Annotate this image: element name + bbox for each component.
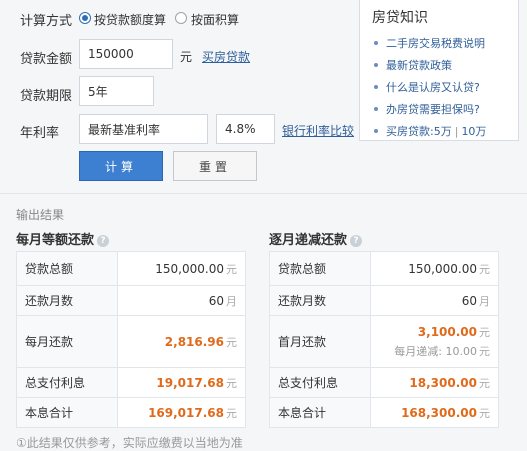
- radio-by-area[interactable]: [175, 12, 187, 24]
- output-title: 输出结果: [16, 208, 65, 222]
- table-row: 本息合计 169,017.68 元: [16, 397, 246, 428]
- loan-amount-input[interactable]: 150000: [79, 39, 173, 69]
- knowledge-item-loan-amounts: 买房贷款: 5万 | 10万: [374, 120, 486, 142]
- calc-method-label: 计算方式: [20, 14, 73, 29]
- table-row: 还款月数 60 月: [269, 285, 499, 316]
- bullet-icon: [374, 63, 378, 67]
- knowledge-item[interactable]: 最新贷款政策: [374, 54, 486, 76]
- knowledge-title: 房贷知识: [372, 10, 428, 26]
- loan-term-select[interactable]: 5年: [79, 76, 154, 106]
- table-row: 贷款总额 150,000.00 元: [269, 251, 499, 286]
- buy-house-loan-link[interactable]: 买房贷款: [202, 48, 250, 65]
- loan-term-label: 贷款期限: [20, 89, 73, 104]
- radio-by-area-label[interactable]: 按面积算: [191, 11, 239, 28]
- loan-5w-link[interactable]: 5万: [434, 123, 452, 139]
- bullet-icon: [374, 107, 378, 111]
- help-icon[interactable]: ?: [350, 235, 363, 247]
- bullet-icon: [374, 41, 378, 45]
- calculate-button[interactable]: 计算: [79, 151, 163, 181]
- radio-by-loan-amount[interactable]: [79, 12, 91, 24]
- mortgage-knowledge-card: 房贷知识 二手房交易税费说明 最新贷款政策 什么是认房又认贷? 办房贷需要担保吗…: [359, 0, 519, 141]
- loan-10w-link[interactable]: 10万: [461, 123, 486, 139]
- table-row: 本息合计 168,300.00 元: [269, 397, 499, 428]
- help-icon[interactable]: ?: [97, 235, 110, 247]
- table-row: 总支付利息 18,300.00 元: [269, 367, 499, 398]
- knowledge-item[interactable]: 办房贷需要担保吗?: [374, 98, 486, 120]
- bank-rate-compare-link[interactable]: 银行利率比较: [282, 122, 354, 139]
- bullet-icon: [374, 129, 378, 133]
- equal-payment-title: 每月等额还款?: [16, 229, 110, 248]
- rate-label: 年利率: [20, 126, 60, 141]
- table-row: 每月还款 2,816.96 元: [16, 315, 246, 368]
- knowledge-item[interactable]: 二手房交易税费说明: [374, 32, 486, 54]
- loan-amount-unit: 元: [180, 50, 193, 64]
- section-divider: [0, 193, 527, 194]
- knowledge-item[interactable]: 什么是认房又认贷?: [374, 76, 486, 98]
- equal-payment-table: 贷款总额 150,000.00 元 还款月数 60 月 每月还款 2,816.96 元 总支…: [16, 251, 246, 428]
- decreasing-payment-title: 逐月递减还款?: [269, 229, 363, 248]
- reset-button[interactable]: 重置: [173, 151, 257, 181]
- rate-type-select[interactable]: 最新基准利率: [79, 114, 208, 144]
- table-row: 还款月数 60 月: [16, 285, 246, 316]
- table-row: 总支付利息 19,017.68 元: [16, 367, 246, 398]
- table-row: 首月还款 3,100.00 元每月递减: 10.00 元: [269, 315, 499, 368]
- loan-amount-label: 贷款金额: [20, 52, 73, 67]
- bullet-icon: [374, 85, 378, 89]
- table-row: 贷款总额 150,000.00 元: [16, 251, 246, 286]
- decreasing-payment-table: 贷款总额 150,000.00 元 还款月数 60 月 首月还款 3,100.00 元每月递…: [269, 251, 499, 428]
- knowledge-list: 二手房交易税费说明 最新贷款政策 什么是认房又认贷? 办房贷需要担保吗? 买房贷…: [374, 32, 486, 142]
- radio-by-loan-amount-label[interactable]: 按贷款额度算: [94, 11, 166, 28]
- rate-input[interactable]: 4.8%: [216, 114, 275, 144]
